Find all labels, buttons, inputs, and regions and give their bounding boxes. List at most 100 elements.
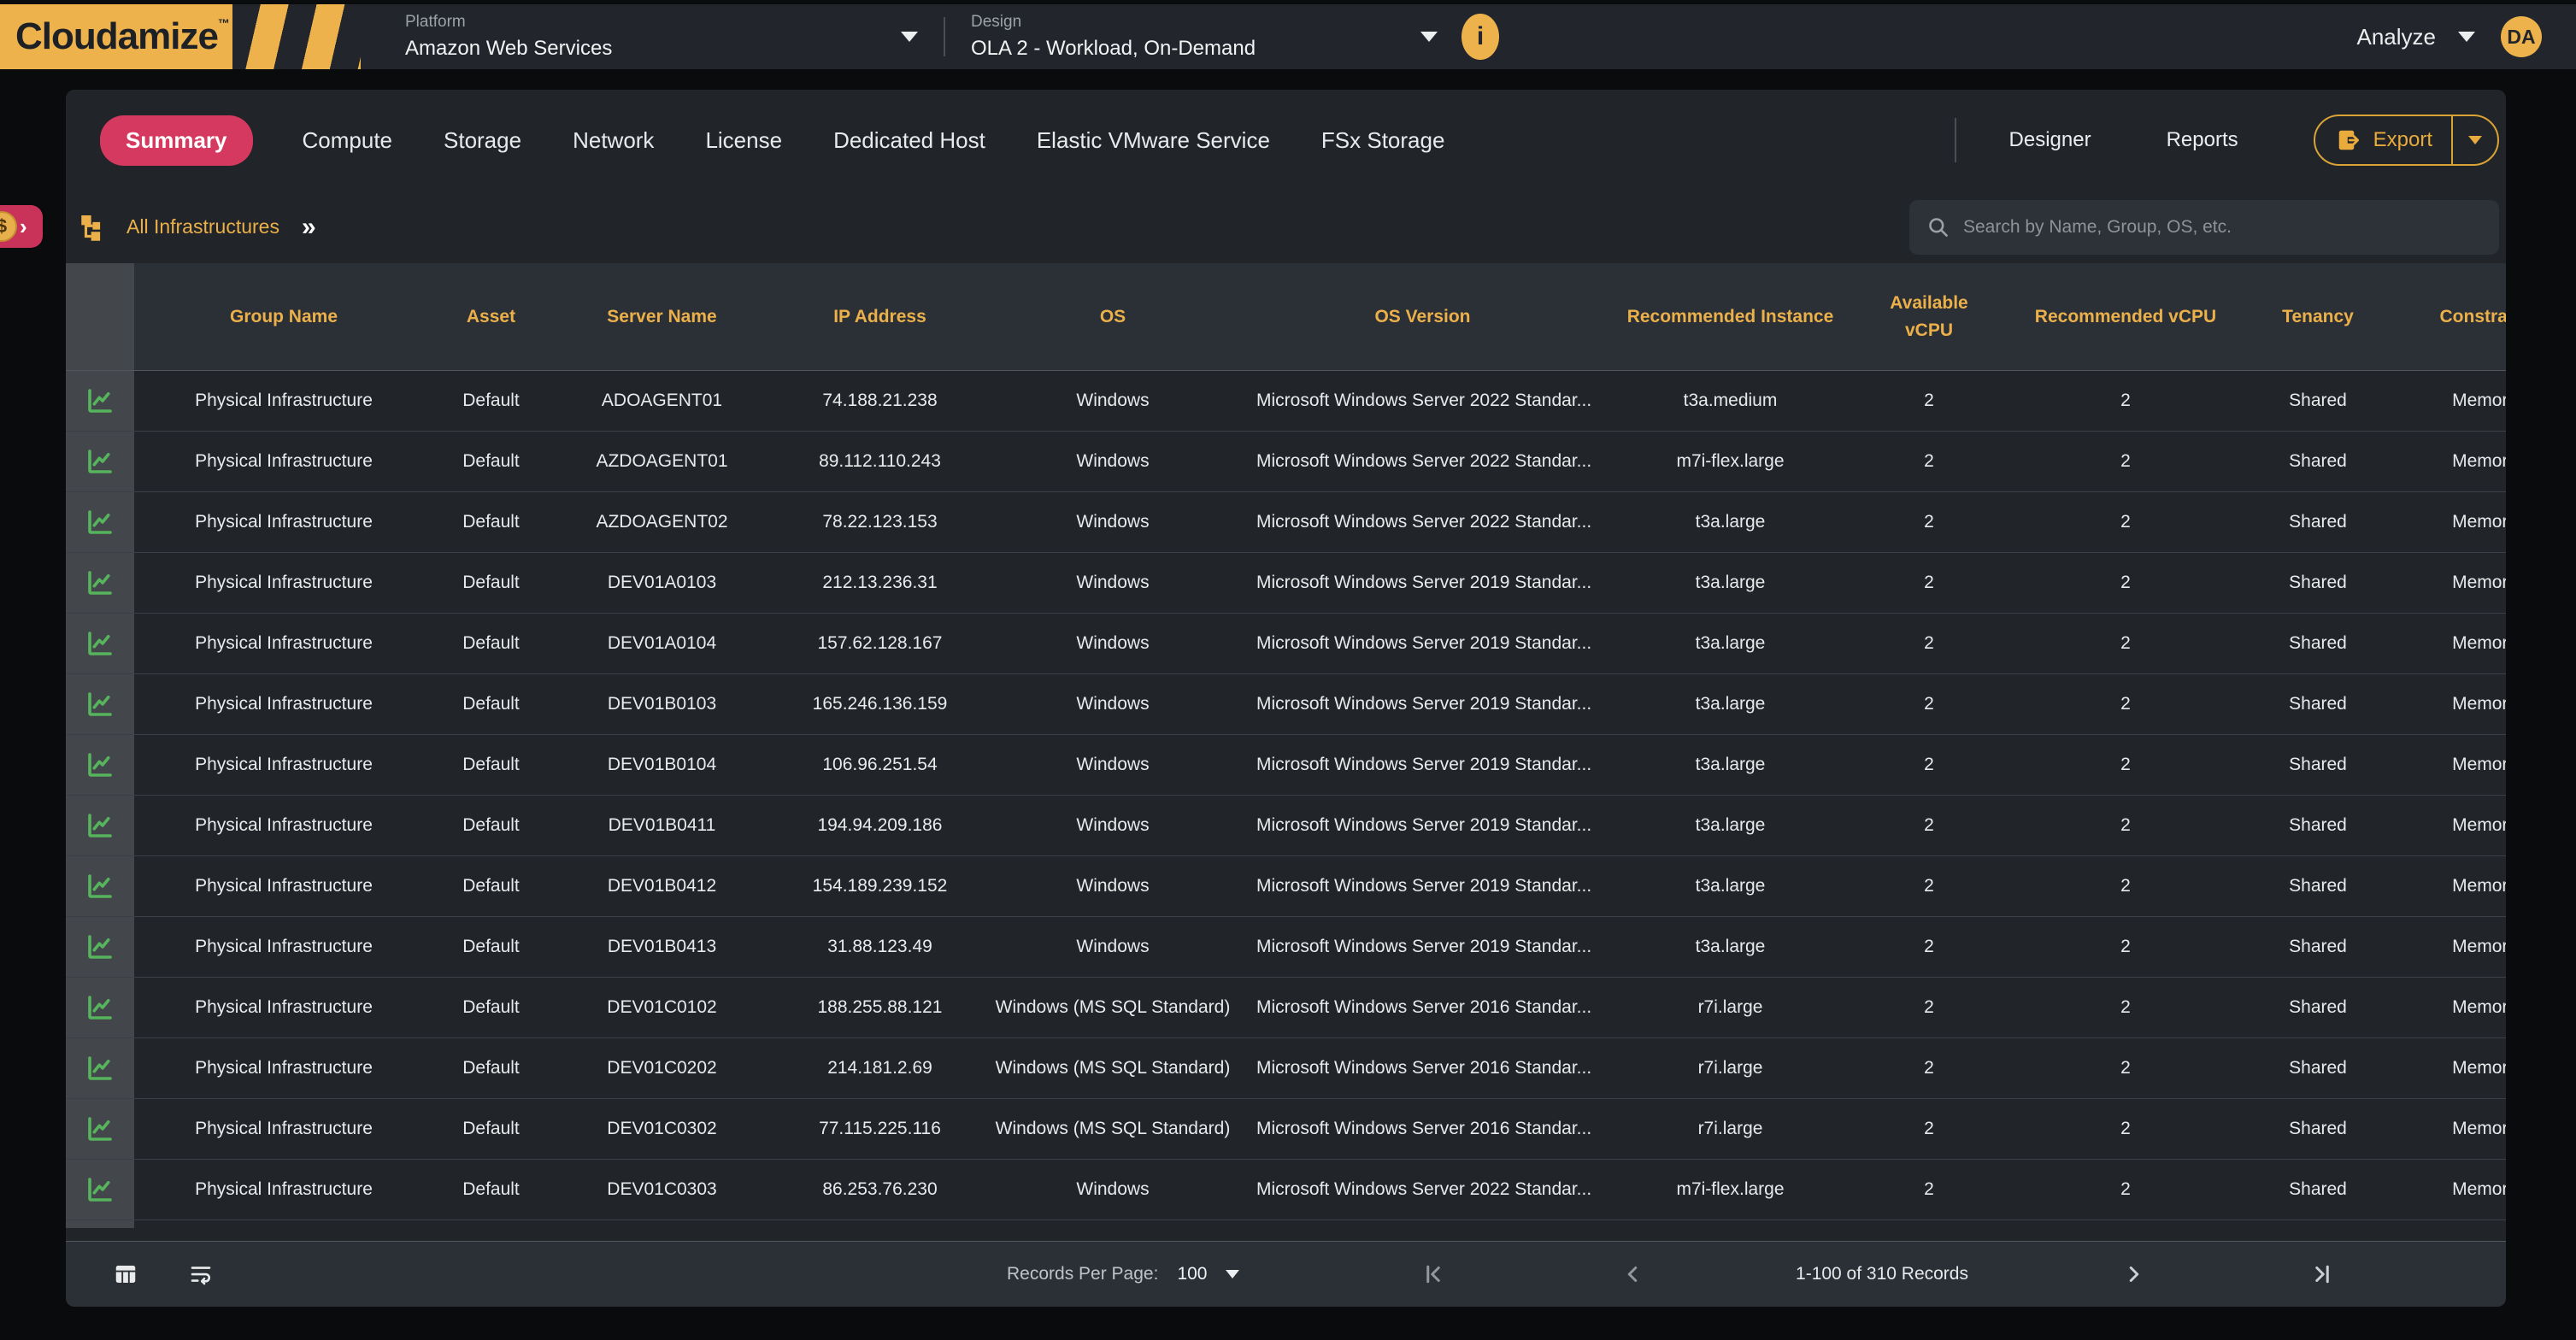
table-row[interactable]: Physical InfrastructureDefaultADOAGENT01… (66, 371, 2506, 432)
column-header-tenancy[interactable]: Tenancy (2250, 263, 2386, 370)
export-menu-toggle[interactable] (2453, 116, 2497, 164)
column-header-os[interactable]: OS (985, 263, 1241, 370)
cell-os: Windows (985, 614, 1241, 673)
cell-available-vcpu: 2 (1856, 796, 2002, 855)
design-select[interactable]: Design OLA 2 - Workload, On-Demand (971, 4, 1438, 69)
cell-os: Windows (985, 492, 1241, 552)
cell-instance: t3a.large (1604, 614, 1856, 673)
records-per-page[interactable]: Records Per Page: 100 (1007, 1242, 1239, 1307)
row-chart-button[interactable] (66, 432, 134, 491)
cell-recommended-vcpu: 2 (2002, 735, 2250, 795)
table-header-row: Group NameAssetServer NameIP AddressOSOS… (66, 263, 2506, 371)
table-row[interactable]: Physical InfrastructureDefaultDEV01A0103… (66, 553, 2506, 614)
cell-server: DEV01C0303 (549, 1160, 775, 1220)
tab-network[interactable]: Network (571, 117, 656, 164)
cell-constraint: Memory (2386, 735, 2506, 795)
cell-instance: r7i.large (1604, 1038, 1856, 1098)
last-page-button[interactable] (2309, 1242, 2335, 1307)
cell-constraint: Memory (2386, 432, 2506, 491)
cell-tenancy: Shared (2250, 614, 2386, 673)
cost-side-tab[interactable]: $ › (0, 205, 43, 248)
row-chart-button[interactable] (66, 735, 134, 795)
export-button[interactable]: Export (2314, 115, 2499, 166)
row-chart-button[interactable] (66, 553, 134, 613)
cell-recommended-vcpu: 2 (2002, 796, 2250, 855)
cloudamize-logo[interactable]: Cloudamize ™ (0, 4, 232, 69)
row-chart-button[interactable] (66, 1099, 134, 1159)
tab-license[interactable]: License (703, 117, 784, 164)
platform-select[interactable]: Platform Amazon Web Services (405, 4, 918, 69)
breadcrumb[interactable]: All Infrastructures » (77, 209, 316, 245)
info-icon[interactable]: i (1461, 14, 1499, 60)
row-chart-button[interactable] (66, 492, 134, 552)
cell-instance: t3a.large (1604, 917, 1856, 977)
avatar[interactable]: DA (2501, 16, 2542, 57)
row-chart-button[interactable] (66, 917, 134, 977)
tab-compute[interactable]: Compute (301, 117, 395, 164)
table-row[interactable]: Physical InfrastructureDefaultDEV01B0104… (66, 735, 2506, 796)
column-header-asset[interactable]: Asset (433, 263, 549, 370)
reports-link[interactable]: Reports (2167, 128, 2238, 152)
chevron-right-icon: › (20, 215, 27, 238)
table-row[interactable]: Physical InfrastructureDefaultDEV01B0103… (66, 674, 2506, 735)
export-label: Export (2373, 128, 2432, 152)
column-header-server-name[interactable]: Server Name (549, 263, 775, 370)
cell-recommended-vcpu: 2 (2002, 674, 2250, 734)
row-chart-button[interactable] (66, 796, 134, 855)
table-row[interactable]: Physical InfrastructureDefaultAZDOAGENT0… (66, 492, 2506, 553)
next-page-button[interactable] (2121, 1242, 2147, 1307)
cell-tenancy: Shared (2250, 1160, 2386, 1220)
wrap-text-icon (188, 1261, 214, 1287)
column-header-constraint[interactable]: Constraint (2386, 263, 2506, 370)
column-view-button[interactable] (113, 1261, 138, 1287)
table-row[interactable]: Physical InfrastructureDefaultDEV01C0302… (66, 1099, 2506, 1160)
cell-instance: t3a.large (1604, 735, 1856, 795)
row-chart-button[interactable] (66, 978, 134, 1037)
table-row[interactable]: Physical InfrastructureDefaultDEV01B0412… (66, 856, 2506, 917)
cell-ip: 106.96.251.54 (775, 735, 985, 795)
column-header-group-name[interactable]: Group Name (134, 263, 433, 370)
wrap-text-button[interactable] (188, 1261, 214, 1287)
cell-ip: 154.189.239.152 (775, 856, 985, 916)
search-input[interactable] (1963, 217, 2482, 238)
cell-server: DEV01B0412 (549, 856, 775, 916)
analyze-menu[interactable]: Analyze (2357, 24, 2476, 50)
cell-os: Windows (985, 674, 1241, 734)
table-row[interactable]: Physical InfrastructureDefaultDEV01C0102… (66, 978, 2506, 1038)
cell-ip: 78.22.123.153 (775, 492, 985, 552)
tab-storage[interactable]: Storage (442, 117, 523, 164)
table-row[interactable]: Physical InfrastructureDefaultDEV01A0104… (66, 614, 2506, 674)
tab-dedicated-host[interactable]: Dedicated Host (832, 117, 987, 164)
column-header-recommended-vcpu[interactable]: Recommended vCPU (2002, 263, 2250, 370)
first-page-button[interactable] (1420, 1242, 1446, 1307)
cell-available-vcpu: 2 (1856, 492, 2002, 552)
cell-os-version: Microsoft Windows Server 2016 Standar... (1241, 1099, 1604, 1159)
row-chart-button[interactable] (66, 856, 134, 916)
row-chart-button[interactable] (66, 1038, 134, 1098)
row-chart-button[interactable] (66, 1160, 134, 1220)
cell-ip: 86.253.76.230 (775, 1160, 985, 1220)
tab-fsx-storage[interactable]: FSx Storage (1320, 117, 1447, 164)
line-chart-icon (85, 932, 115, 962)
header-divider (944, 17, 945, 56)
cell-available-vcpu: 2 (1856, 614, 2002, 673)
last-page-icon (2309, 1261, 2335, 1287)
designer-link[interactable]: Designer (2009, 128, 2091, 152)
table-row[interactable]: Physical InfrastructureDefaultDEV01B0411… (66, 796, 2506, 856)
table-row[interactable]: Physical InfrastructureDefaultDEV01B0413… (66, 917, 2506, 978)
column-header-os-version[interactable]: OS Version (1241, 263, 1604, 370)
table-row[interactable]: Physical InfrastructureDefaultAZDOAGENT0… (66, 432, 2506, 492)
row-chart-button[interactable] (66, 371, 134, 431)
cell-available-vcpu: 2 (1856, 371, 2002, 431)
column-header-recommended-instance[interactable]: Recommended Instance (1604, 263, 1856, 370)
row-chart-button[interactable] (66, 674, 134, 734)
previous-page-button[interactable] (1620, 1242, 1645, 1307)
column-header-available-vcpu[interactable]: Available vCPU (1856, 263, 2002, 370)
table-row[interactable]: Physical InfrastructureDefaultDEV01C0303… (66, 1160, 2506, 1220)
line-chart-icon (85, 628, 115, 659)
table-row[interactable]: Physical InfrastructureDefaultDEV01C0202… (66, 1038, 2506, 1099)
tab-summary[interactable]: Summary (100, 115, 253, 166)
column-header-ip-address[interactable]: IP Address (775, 263, 985, 370)
row-chart-button[interactable] (66, 614, 134, 673)
tab-elastic-vmware-service[interactable]: Elastic VMware Service (1035, 117, 1272, 164)
